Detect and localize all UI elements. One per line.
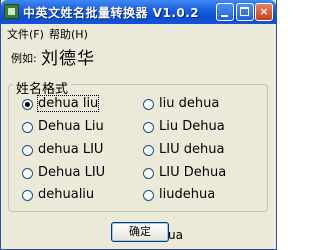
radio-label: LIU dehua [159, 142, 225, 157]
minimize-icon [221, 15, 228, 17]
radio-label: Dehua Liu [38, 119, 104, 134]
radio-label: liudehua [159, 187, 216, 202]
window-title: 中英文姓名批量转换器 V1.0.2 [23, 6, 200, 20]
close-icon: × [259, 5, 269, 18]
radio-label: dehua liu [36, 95, 100, 112]
title-bar[interactable]: 中英文姓名批量转换器 V1.0.2 × [1, 0, 276, 24]
maximize-button[interactable] [236, 3, 254, 21]
radio-button[interactable] [22, 168, 33, 179]
radio-label: liu dehua [159, 96, 220, 111]
menu-bar: 文件(F) 帮助(H) [1, 24, 276, 42]
menu-help[interactable]: 帮助(H) [49, 26, 88, 42]
close-button[interactable]: × [255, 3, 273, 21]
radio-button[interactable] [22, 190, 33, 201]
radio-label: dehua LIU [38, 142, 104, 157]
radio-button[interactable] [143, 145, 154, 156]
radio-label: LIU Dehua [159, 165, 227, 180]
ok-button[interactable]: 确定 [111, 222, 169, 242]
radio-label: dehualiu [38, 187, 95, 202]
maximize-icon [240, 7, 249, 16]
overlapping-text-fragment: ua [168, 228, 183, 242]
app-icon [4, 4, 19, 19]
radio-label: Liu Dehua [159, 119, 225, 134]
minimize-button[interactable] [216, 3, 234, 21]
radio-button-checked[interactable] [22, 99, 33, 110]
example-label: 例如: [11, 52, 37, 65]
radio-button[interactable] [143, 122, 154, 133]
app-window: 中英文姓名批量转换器 V1.0.2 × 文件(F) 帮助(H) 例如: 刘德华 … [0, 0, 277, 250]
menu-file[interactable]: 文件(F) [7, 26, 44, 42]
name-format-group-title: 姓名格式 [13, 78, 72, 97]
example-name: 刘德华 [41, 49, 95, 69]
radio-button[interactable] [143, 168, 154, 179]
radio-button[interactable] [143, 99, 154, 110]
radio-button[interactable] [22, 122, 33, 133]
radio-label: Dehua LIU [38, 165, 106, 180]
radio-button[interactable] [143, 190, 154, 201]
radio-button[interactable] [22, 145, 33, 156]
